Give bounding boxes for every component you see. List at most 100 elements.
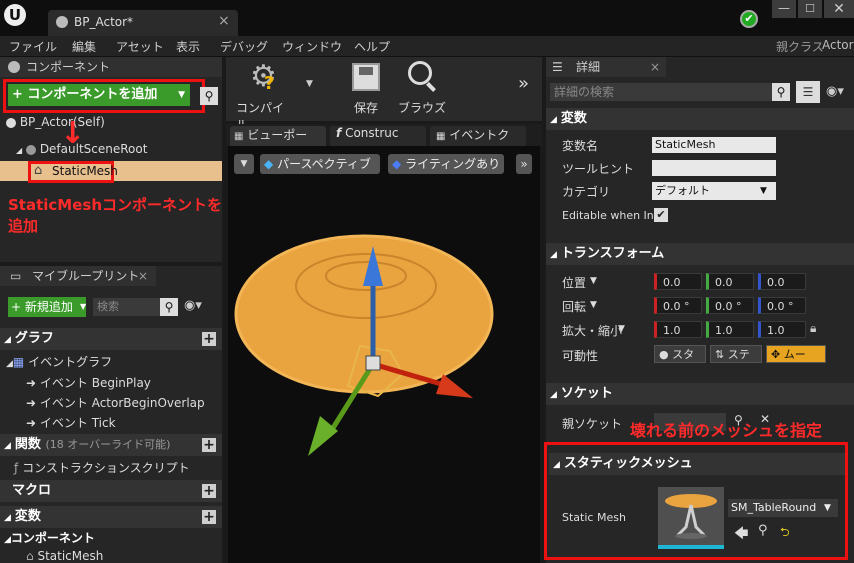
add-variable-button[interactable]: +	[202, 510, 216, 524]
maximize-button[interactable]: ☐	[798, 0, 822, 18]
save-icon	[352, 63, 380, 91]
tree-item-staticmesh[interactable]: ⌂ StaticMesh	[0, 161, 222, 183]
add-annotation: StaticMeshコンポーネントを追加	[8, 196, 223, 235]
close-button[interactable]: ✕	[824, 0, 854, 18]
rotation-x[interactable]: 0.0 °	[654, 297, 702, 314]
components-panel: コンポーネント + コンポーネントを追加 ▼ ⚲ BP_Actor(Self) …	[0, 57, 222, 262]
variable-section[interactable]: ◢ 変数	[546, 108, 854, 130]
event-begin-play[interactable]: ➜ イベント BeginPlay	[26, 374, 151, 391]
add-graph-button[interactable]: +	[202, 332, 216, 346]
source-control-icon[interactable]: ✔	[740, 10, 758, 28]
macros-section[interactable]: マクロ +	[0, 480, 222, 502]
transform-section[interactable]: ◢ トランスフォーム	[546, 243, 854, 265]
mobility-static-button[interactable]: ● スタ	[654, 345, 706, 363]
component-item-staticmesh[interactable]: ⌂ StaticMesh	[26, 549, 103, 563]
scale-x-value: 1.0	[663, 324, 681, 337]
property-matrix-icon[interactable]: ☰	[796, 81, 820, 103]
tooltip-field[interactable]	[652, 160, 776, 176]
toolbar-overflow-icon[interactable]: »	[518, 73, 529, 94]
static-mesh-combo[interactable]: SM_TableRound ▼	[728, 499, 838, 517]
menu-edit[interactable]: 編集	[72, 38, 96, 55]
static-mesh-thumbnail[interactable]	[658, 487, 724, 549]
components-panel-header: コンポーネント	[0, 57, 222, 77]
functions-section[interactable]: ◢ 関数 (18 オーバーライド可能) +	[0, 434, 222, 456]
rotation-y[interactable]: 0.0 °	[706, 297, 754, 314]
construction-script-item[interactable]: ƒ コンストラクションスクリプト	[14, 459, 190, 476]
static-mesh-section[interactable]: ◢ スタティックメッシュ	[549, 453, 845, 475]
menu-file[interactable]: ファイル	[9, 38, 57, 55]
add-macro-button[interactable]: +	[202, 484, 216, 498]
visibility-eye-icon[interactable]: ◉▾	[826, 84, 844, 99]
close-panel-icon[interactable]: ×	[650, 57, 660, 77]
components-search-icon[interactable]: ⚲	[200, 87, 218, 105]
search-icon[interactable]: ⚲	[160, 298, 178, 316]
scale-label[interactable]: 拡大・縮小	[562, 322, 622, 339]
event-actor-begin-overlap[interactable]: ➜ イベント ActorBeginOverlap	[26, 394, 205, 411]
my-blueprint-search-input[interactable]: 検索	[93, 298, 163, 316]
scale-z[interactable]: 1.0	[758, 321, 806, 338]
rotation-label[interactable]: 回転	[562, 298, 586, 315]
event-graph-item[interactable]: ◢▦ イベントグラフ	[6, 353, 112, 370]
event-tick[interactable]: ➜ イベント Tick	[26, 414, 116, 431]
editable-checkbox[interactable]: ✔	[654, 208, 668, 222]
menu-asset[interactable]: アセット	[116, 38, 164, 55]
lock-icon[interactable]: 🔒︎	[810, 321, 816, 336]
document-tab[interactable]: BP_Actor* ×	[48, 10, 238, 36]
category-combo[interactable]: デフォルト ▼	[652, 182, 776, 200]
mobility-stationary-button[interactable]: ⇅ ステ	[710, 345, 762, 363]
add-new-dropdown[interactable]: ▼	[80, 297, 88, 317]
location-y[interactable]: 0.0	[706, 273, 754, 290]
components-subsection[interactable]: ◢コンポーネント	[4, 529, 95, 546]
actor-icon	[6, 117, 16, 128]
menu-view[interactable]: 表示	[176, 38, 200, 55]
use-selected-arrow-icon[interactable]: 🡄	[734, 523, 748, 547]
menu-window[interactable]: ウィンドウ	[282, 38, 342, 55]
location-x[interactable]: 0.0	[654, 273, 702, 290]
tab-construction[interactable]: f Construc	[330, 126, 426, 146]
chevron-down-icon: ▼	[618, 324, 625, 334]
parent-class-value[interactable]: Actor	[822, 38, 854, 52]
location-z[interactable]: 0.0	[758, 273, 806, 290]
scale-x[interactable]: 1.0	[654, 321, 702, 338]
tree-item-self[interactable]: BP_Actor(Self)	[6, 115, 105, 129]
compile-button[interactable]: ⚙ ? コンパイル	[232, 59, 294, 132]
socket-section[interactable]: ◢ ソケット	[546, 383, 854, 405]
browse-button[interactable]: ブラウズ	[396, 59, 448, 117]
expand-arrow-icon[interactable]: ◢	[16, 146, 22, 155]
graph-section[interactable]: ◢ グラフ +	[0, 328, 222, 350]
browse-label: ブラウズ	[398, 101, 447, 115]
tree-label-staticmesh: StaticMesh	[52, 164, 118, 178]
construction-script-label: コンストラクションスクリプト	[22, 461, 190, 475]
menu-help[interactable]: ヘルプ	[354, 38, 390, 55]
scale-y[interactable]: 1.0	[706, 321, 754, 338]
add-new-button[interactable]: + 新規追加	[8, 297, 86, 317]
viewport[interactable]: ▼ ◆ パースペクティブ ◆ ライティングあり »	[228, 146, 540, 563]
browse-search-icon[interactable]: ⚲	[758, 523, 768, 538]
add-component-button[interactable]: + コンポーネントを追加 ▼	[8, 84, 190, 106]
scene-icon	[25, 144, 36, 155]
tab-construction-label: Construc	[345, 126, 399, 140]
close-tab-icon[interactable]: ×	[218, 13, 230, 29]
close-panel-icon[interactable]: ×	[138, 266, 148, 286]
tab-viewport[interactable]: ▦ ビューポー	[230, 126, 326, 146]
minimize-button[interactable]: —	[772, 0, 796, 18]
add-component-label: + コンポーネントを追加	[12, 87, 158, 102]
search-icon[interactable]: ⚲	[772, 83, 790, 101]
static-mesh-icon: ⌂	[34, 163, 43, 178]
tab-event-graph[interactable]: ▦ イベントク	[430, 126, 526, 146]
menu-debug[interactable]: デバッグ	[220, 38, 268, 55]
compile-options-dropdown[interactable]: ▼	[306, 79, 313, 89]
details-search-input[interactable]: 詳細の検索	[550, 83, 776, 101]
chevron-down-icon: ▼	[178, 90, 185, 100]
var-name-field[interactable]: StaticMesh	[652, 137, 776, 153]
my-blueprint-header: ▭ マイブループリント ×	[0, 266, 156, 286]
variables-section[interactable]: ◢ 変数 +	[0, 506, 222, 528]
static-mesh-icon: ⌂	[26, 549, 34, 563]
mobility-movable-button[interactable]: ✥ ムー	[766, 345, 826, 363]
reset-icon[interactable]: ⮌	[780, 523, 790, 544]
rotation-z[interactable]: 0.0 °	[758, 297, 806, 314]
add-function-button[interactable]: +	[202, 438, 216, 452]
save-button[interactable]: 保存	[348, 59, 388, 117]
location-label[interactable]: 位置	[562, 274, 586, 291]
visibility-eye-icon[interactable]: ◉▾	[184, 298, 202, 313]
